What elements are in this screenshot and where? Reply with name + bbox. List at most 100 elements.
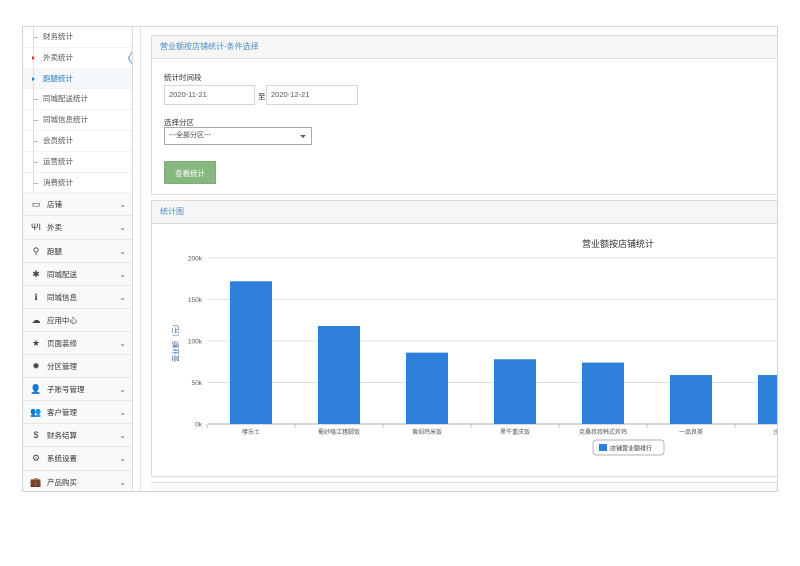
table-header-strip [151,482,777,491]
bar [582,362,624,424]
nav-item-label: 店铺 [47,200,62,210]
query-button[interactable]: 查看统计 [164,161,216,184]
submenu-item[interactable]: 运营统计 [23,151,132,173]
nav-item-label: 跑腿 [47,246,62,256]
to-label: 至 [258,92,266,101]
submenu-item-label: 消费统计 [43,177,73,187]
bar [318,326,360,424]
nav-item[interactable]: 👤 子账号管理 ⌄ [23,378,132,402]
nav-item-label: 同城信息 [47,292,77,302]
y-axis-label: 营业额（元） [171,320,180,362]
submenu-item-label: 财务统计 [43,32,73,41]
zone-select[interactable]: ---全部分区--- [164,127,312,145]
chevron-down-icon: ⌄ [119,269,126,279]
nav-item[interactable]: ⚙ 系统设置 ⌄ [23,447,132,471]
tree-dash [33,140,38,142]
y-tick-label: 0k [195,422,203,429]
chevron-down-icon: ⌄ [119,246,126,256]
app-frame: 财务统计外卖统计跑腿统计同城配送统计同城信息统计 会员统计运营统计消费统计 ▭ 店铺… [22,26,778,492]
bicycle-icon: ⚲ [32,245,40,256]
submenu-item[interactable]: 同城信息统计 [23,110,132,131]
content-divider [140,27,141,491]
condition-panel-title: 营业额按店铺统计-条件选择 [152,36,777,59]
submenu-item-label: 跑腿统计 [43,73,73,83]
cog-icon: ✹ [32,361,40,372]
nav-item-label: 子账号管理 [47,385,85,395]
x-tick-label: 黄焖鸡米饭 [412,428,442,436]
end-date-input[interactable]: 2020-12-21 [266,85,358,105]
caret-right-icon [32,76,35,81]
nav-item-label: 外卖 [47,223,62,233]
bar [494,359,536,424]
start-date-input[interactable]: 2020-11-21 [164,85,255,105]
submenu-item[interactable]: 财务统计 [23,27,132,48]
tree-dash [33,99,38,101]
submenu-item[interactable]: 跑腿统计 [23,68,132,90]
chevron-down-icon: ⌄ [119,200,126,210]
bar-chart: 营业额按店铺统计 0k 50k 100k 150k 200k 营业额（元） 嗲乐士 蜀好嗑江猪脚… [171,238,778,456]
asterisk-icon: ✱ [32,268,40,279]
nav-item[interactable]: 💼 产品购买 ⌄ [23,470,132,491]
nav-item[interactable]: ▭ 店铺 ⌄ [23,193,132,217]
x-tick-label: 沙县 [773,429,778,436]
nav-item-label: 应用中心 [47,315,77,325]
condition-panel: 营业额按店铺统计-条件选择 统计时间段 2020-11-21 至 2020-12… [151,35,777,195]
desktop-icon: ▭ [31,199,41,210]
tree-dash [33,120,38,122]
submenu-item[interactable]: 外卖统计 [23,47,132,69]
zone-select-value: ---全部分区--- [169,132,211,139]
nav-item[interactable]: ✱ 同城配送 ⌄ [23,262,132,286]
gear-icon: ⚙ [31,453,41,464]
tree-dash [33,161,38,163]
chevron-down-icon: ⌄ [119,292,126,302]
chevron-down-icon: ⌄ [119,431,126,441]
nav-item-label: 财务结算 [47,431,77,441]
chevron-down-icon: ⌄ [119,477,126,487]
legend-label: 店铺营业额排行 [610,445,652,453]
cloud-icon: ☁ [31,314,41,325]
nav-item[interactable]: $ 财务结算 ⌄ [23,424,132,448]
period-label: 统计时间段 [164,73,202,82]
y-tick-label: 50k [192,380,203,387]
chevron-down-icon: ⌄ [119,454,126,464]
y-tick-label: 150k [188,297,203,304]
chevron-down-icon: ⌄ [119,338,126,348]
chart-panel: 统计图 营业额按店铺统计 0k 50k 100k 150k 200k 营业额（元） 嗲乐士 蜀好… [151,200,778,477]
chart-panel-title: 统计图 [152,201,777,224]
submenu-item-label: 同城信息统计 [43,115,88,125]
nav-item-label: 系统设置 [47,454,77,464]
legend-swatch [599,444,607,451]
chevron-down-icon: ⌄ [119,385,126,395]
chevron-down-icon: ⌄ [119,223,126,233]
dollar-icon: $ [33,430,39,441]
active-indicator-arrow-inner [129,50,132,65]
nav-item[interactable]: ΨΙ 外卖 ⌄ [23,216,132,240]
submenu-item-label: 外卖统计 [43,52,73,62]
nav-item[interactable]: ☁ 应用中心 [23,308,132,332]
nav-item[interactable]: 👥 客户管理 ⌄ [23,401,132,425]
nav-item[interactable]: ⚲ 跑腿 ⌄ [23,239,132,263]
submenu-item[interactable]: 消费统计 [23,172,132,194]
tree-dash [33,182,38,184]
chevron-down-icon: ⌄ [119,408,126,418]
y-tick-label: 200k [188,256,203,263]
y-tick-label: 100k [188,339,203,346]
x-tick-label: 黑牛重庆饭 [500,428,530,436]
nav-item[interactable]: ℹ 同城信息 ⌄ [23,285,132,309]
x-tick-label: 一品良茶 [679,428,703,436]
nav-item-label: 客户管理 [47,408,77,418]
bar [406,352,448,424]
users-icon: 👥 [30,407,42,418]
sidebar: 财务统计外卖统计跑腿统计同城配送统计同城信息统计 会员统计运营统计消费统计 ▭ 店铺… [23,27,133,491]
nav-item[interactable]: ✹ 分区管理 [23,355,132,379]
caret-down-icon [300,135,306,138]
submenu-item[interactable]: 会员统计 [23,130,132,152]
cutlery-icon: ΨΙ [30,222,42,233]
bar [230,281,272,424]
briefcase-icon: 💼 [30,476,42,487]
submenu-item-label: 运营统计 [43,156,73,166]
nav-item-label: 产品购买 [47,477,77,487]
submenu-item-label: 会员统计 [43,135,73,145]
nav-item[interactable]: ★ 页面装修 ⌄ [23,331,132,356]
submenu-item[interactable]: 同城配送统计 [23,89,132,111]
